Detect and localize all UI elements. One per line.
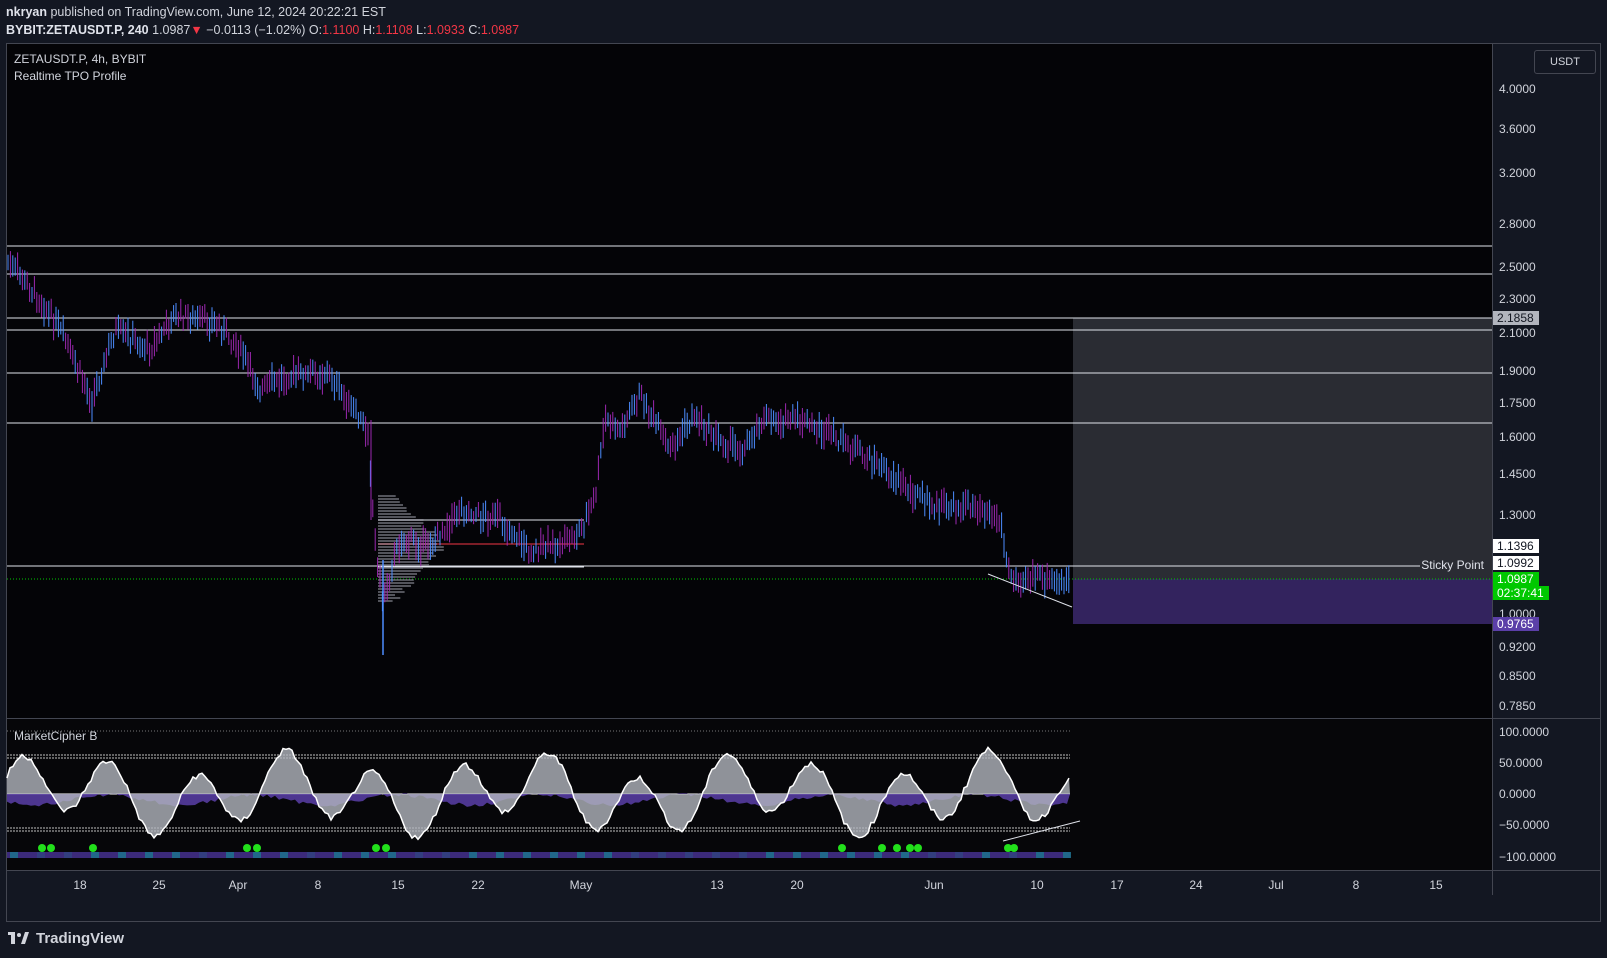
- price-tick: 1.6000: [1499, 430, 1536, 444]
- price-tick: 2.5000: [1499, 260, 1536, 274]
- oscillator-tick: 50.0000: [1499, 756, 1543, 770]
- time-tick: Jun: [924, 878, 943, 892]
- price-label: 02:37:41: [1493, 586, 1549, 600]
- time-tick: 22: [471, 878, 485, 892]
- buy-signal-dot: [906, 844, 914, 852]
- buy-signal-dot: [838, 844, 846, 852]
- time-tick: 10: [1030, 878, 1044, 892]
- svg-text:0.9765: 0.9765: [1497, 617, 1534, 631]
- oscillator-tick: −50.0000: [1499, 818, 1550, 832]
- price-tick: 4.0000: [1499, 82, 1536, 96]
- chart-canvas[interactable]: 4.0000 3.6000 3.2000 2.8000 2.5000 2.3000 2.10…: [0, 0, 1607, 922]
- buy-signal-dot: [1010, 844, 1018, 852]
- footer: TradingView: [0, 922, 1607, 958]
- tradingview-brand: TradingView: [36, 930, 125, 947]
- buy-signal-dot: [878, 844, 886, 852]
- buy-signal-dot: [243, 844, 251, 852]
- buy-signal-dot: [893, 844, 901, 852]
- svg-text:1.0992: 1.0992: [1497, 556, 1534, 570]
- buy-signal-dot: [38, 844, 46, 852]
- time-tick: Apr: [229, 878, 248, 892]
- currency-button[interactable]: USDT: [1534, 50, 1596, 74]
- price-tick: 0.7850: [1499, 699, 1536, 713]
- time-tick: 25: [152, 878, 166, 892]
- time-tick: 15: [1429, 878, 1443, 892]
- price-tick: 2.1000: [1499, 326, 1536, 340]
- time-axis[interactable]: 18 25 Apr 8 15 22 May 13 20 Jun 10 17 24 Jul 8 15: [73, 878, 1443, 892]
- oscillator-tick: −100.0000: [1499, 850, 1556, 864]
- price-tick: 0.8500: [1499, 669, 1536, 683]
- price-tick: 1.4500: [1499, 467, 1536, 481]
- price-label: 0.9765: [1493, 617, 1539, 631]
- price-tick: 3.2000: [1499, 166, 1536, 180]
- buy-signal-dot: [89, 844, 97, 852]
- buy-signal-dot: [372, 844, 380, 852]
- svg-text:1.1396: 1.1396: [1497, 539, 1534, 553]
- time-tick: Jul: [1268, 878, 1283, 892]
- time-tick: 17: [1110, 878, 1124, 892]
- svg-text:02:37:41: 02:37:41: [1497, 586, 1544, 600]
- price-label: 1.0987: [1493, 572, 1539, 586]
- time-tick: 24: [1189, 878, 1203, 892]
- svg-text:2.1858: 2.1858: [1497, 311, 1534, 325]
- price-label: 1.0992: [1493, 556, 1539, 570]
- price-label: 2.1858: [1493, 311, 1539, 325]
- oscillator-tick: 100.0000: [1499, 725, 1549, 739]
- target-zone[interactable]: [1073, 318, 1492, 579]
- time-tick: May: [570, 878, 593, 892]
- price-tick: 1.9000: [1499, 364, 1536, 378]
- price-tick: 3.6000: [1499, 122, 1536, 136]
- stop-zone[interactable]: [1073, 579, 1492, 624]
- time-tick: 18: [73, 878, 87, 892]
- buy-signal-dot: [914, 844, 922, 852]
- buy-signal-dot: [382, 844, 390, 852]
- price-tick: 1.7500: [1499, 396, 1536, 410]
- chart-legend-title[interactable]: ZETAUSDT.P, 4h, BYBIT: [14, 52, 146, 66]
- time-tick: 8: [1353, 878, 1360, 892]
- price-label: 1.1396: [1493, 539, 1539, 553]
- tradingview-logo[interactable]: TradingView: [8, 930, 124, 947]
- sticky-point-label[interactable]: Sticky Point: [1421, 558, 1484, 572]
- oscillator-label[interactable]: MarketCipher B: [14, 729, 97, 743]
- buy-signal-dot: [47, 844, 55, 852]
- time-tick: 8: [315, 878, 322, 892]
- oscillator-axis[interactable]: 100.0000 50.0000 0.0000 −50.0000 −100.0000: [1499, 725, 1556, 864]
- price-tick: 2.8000: [1499, 217, 1536, 231]
- time-tick: 13: [710, 878, 724, 892]
- time-tick: 15: [391, 878, 405, 892]
- tradingview-logo-icon: [8, 931, 29, 944]
- svg-text:1.0987: 1.0987: [1497, 572, 1534, 586]
- price-tick: 0.9200: [1499, 640, 1536, 654]
- buy-signal-dot: [253, 844, 261, 852]
- tpo-indicator-label[interactable]: Realtime TPO Profile: [14, 69, 126, 83]
- price-tick: 2.3000: [1499, 292, 1536, 306]
- price-tick: 1.3000: [1499, 508, 1536, 522]
- time-tick: 20: [790, 878, 804, 892]
- oscillator-tick: 0.0000: [1499, 787, 1536, 801]
